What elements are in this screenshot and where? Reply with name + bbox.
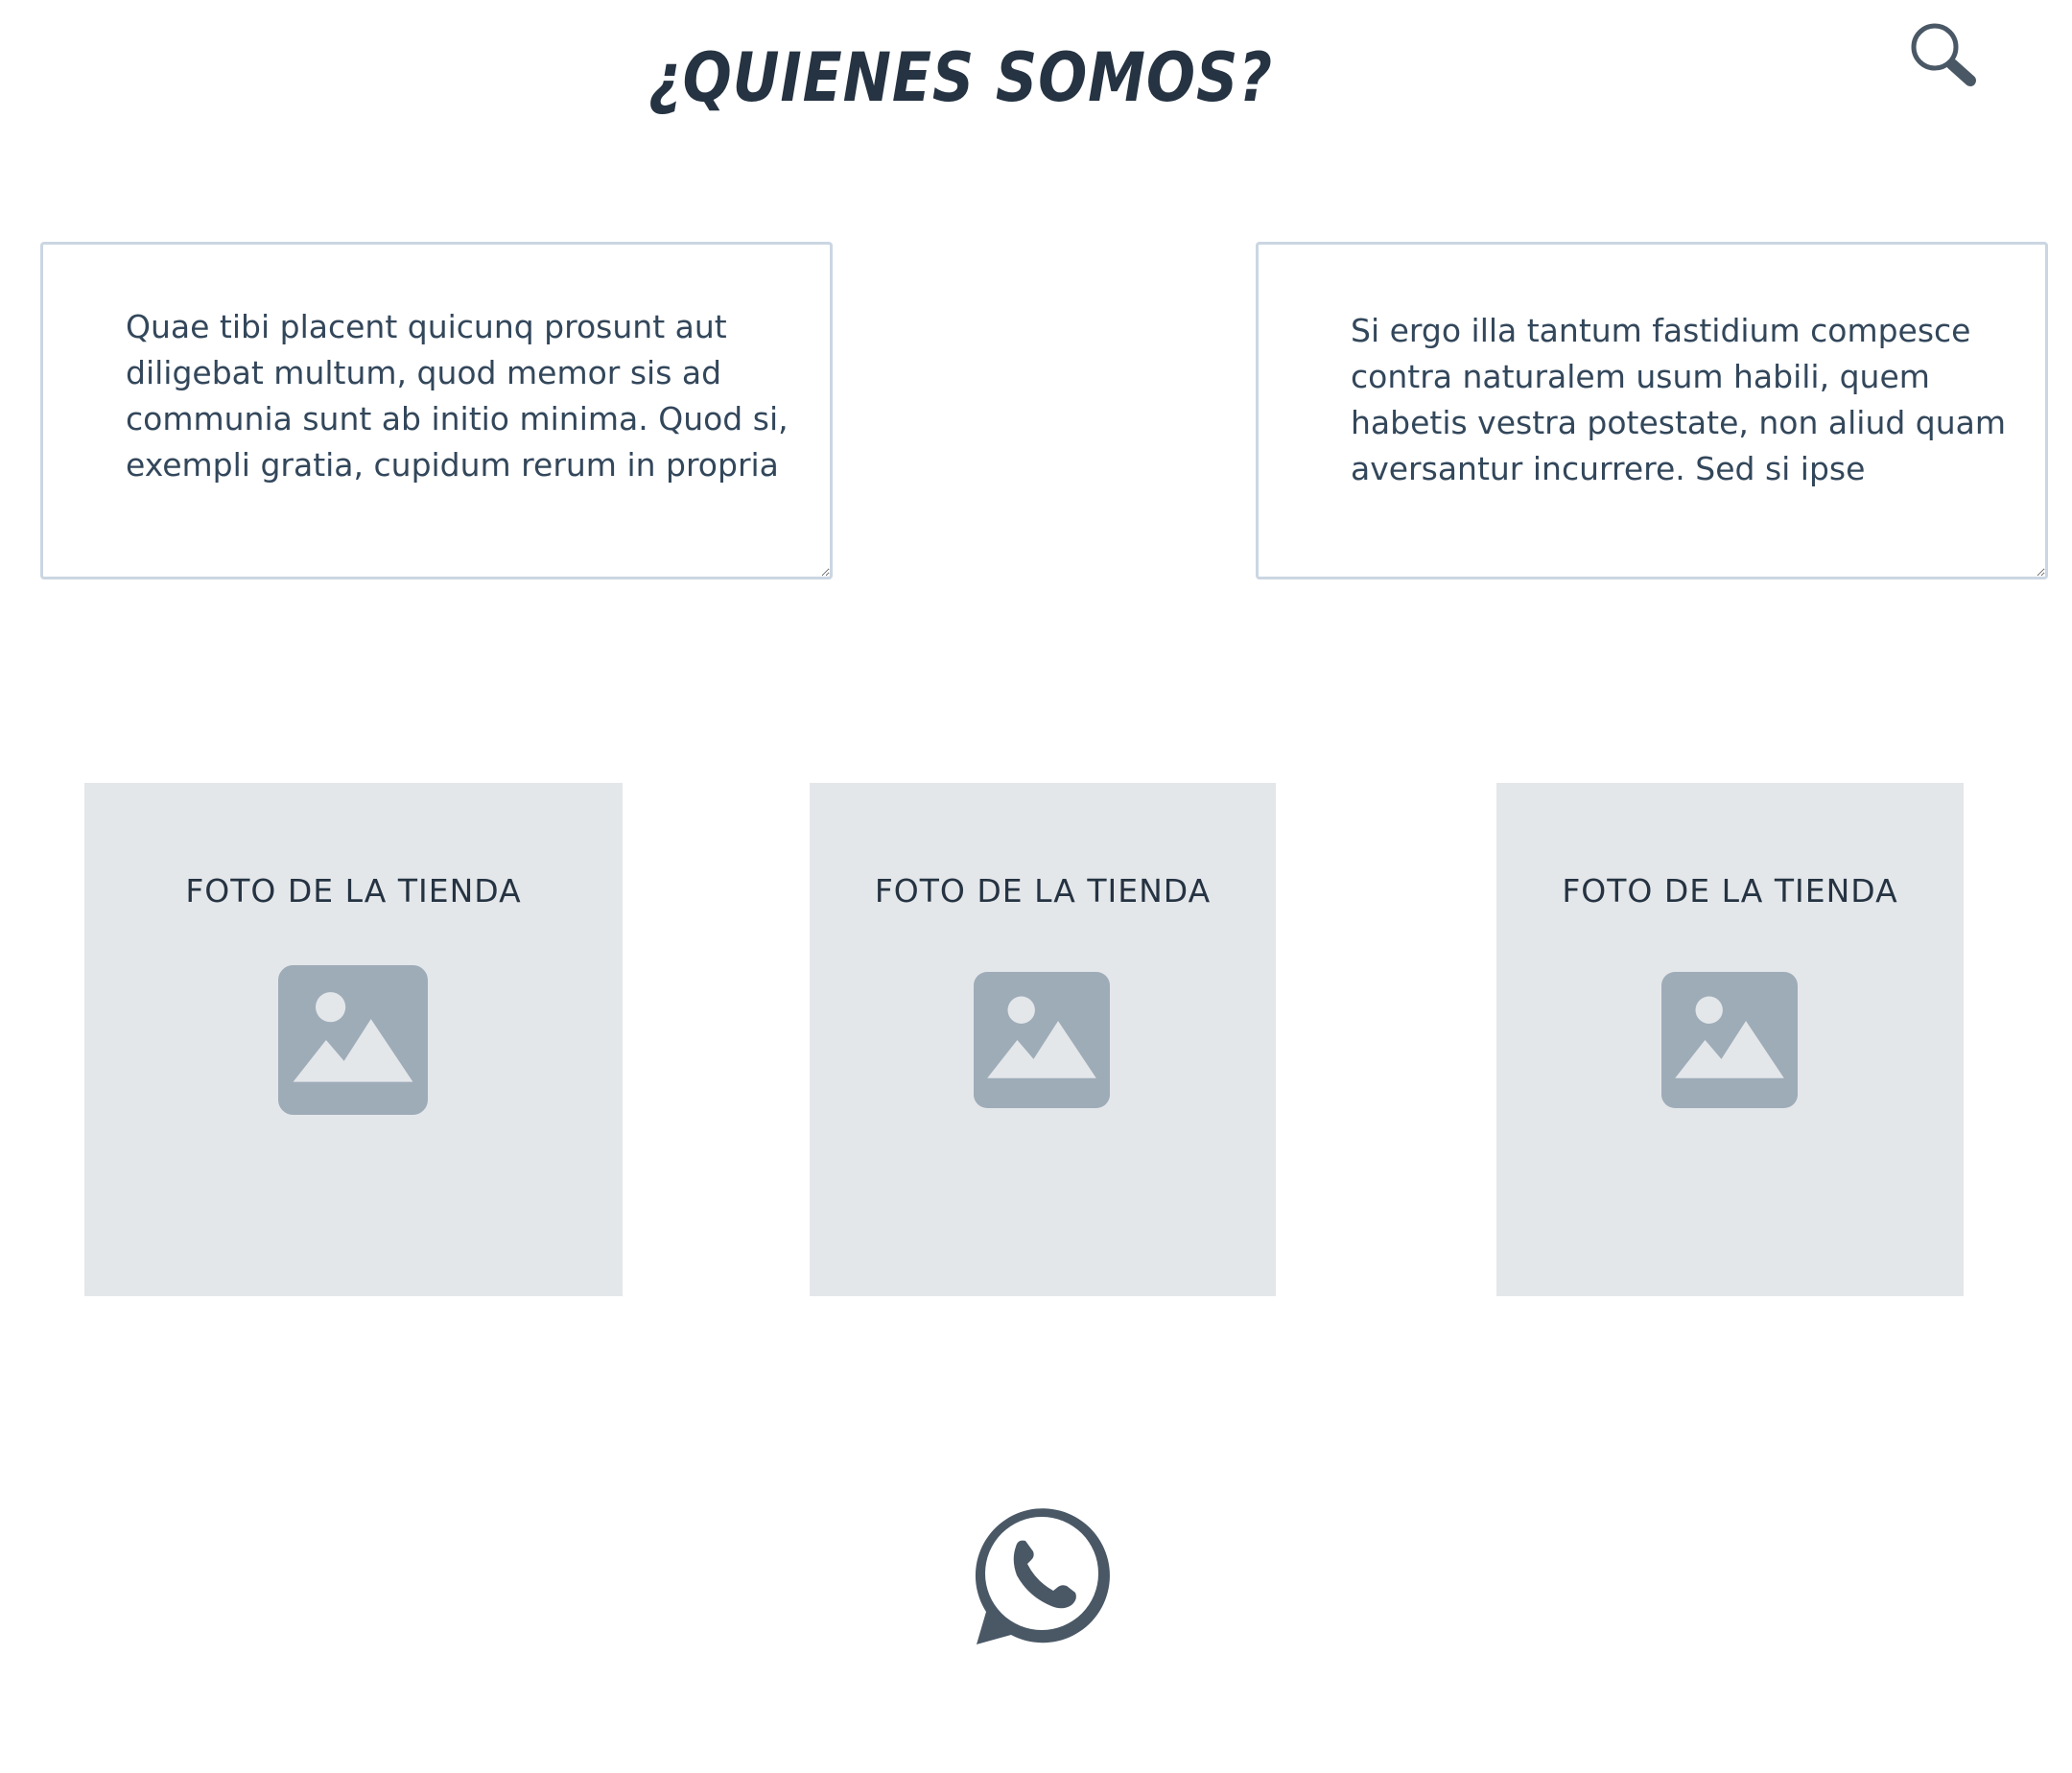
image-placeholder-icon — [278, 965, 428, 1115]
whatsapp-icon[interactable] — [965, 1499, 1115, 1648]
about-textarea-right[interactable]: Si ergo illa tantum fastidium compesce c… — [1256, 242, 2048, 579]
about-textarea-left[interactable]: Quae tibi placent quicunq prosunt aut di… — [40, 242, 833, 579]
store-photo-label: FOTO DE LA TIENDA — [1562, 872, 1898, 910]
image-placeholder-icon — [974, 972, 1110, 1108]
store-photo-card[interactable]: FOTO DE LA TIENDA — [810, 783, 1276, 1296]
search-icon[interactable] — [1909, 21, 1978, 90]
store-photo-label: FOTO DE LA TIENDA — [874, 872, 1212, 910]
page-title: ¿QUIENES SOMOS? — [648, 38, 1273, 117]
image-placeholder-icon — [1661, 972, 1798, 1108]
store-photo-card[interactable]: FOTO DE LA TIENDA — [84, 783, 623, 1296]
store-photo-card[interactable]: FOTO DE LA TIENDA — [1496, 783, 1964, 1296]
store-photo-label: FOTO DE LA TIENDA — [185, 872, 522, 910]
